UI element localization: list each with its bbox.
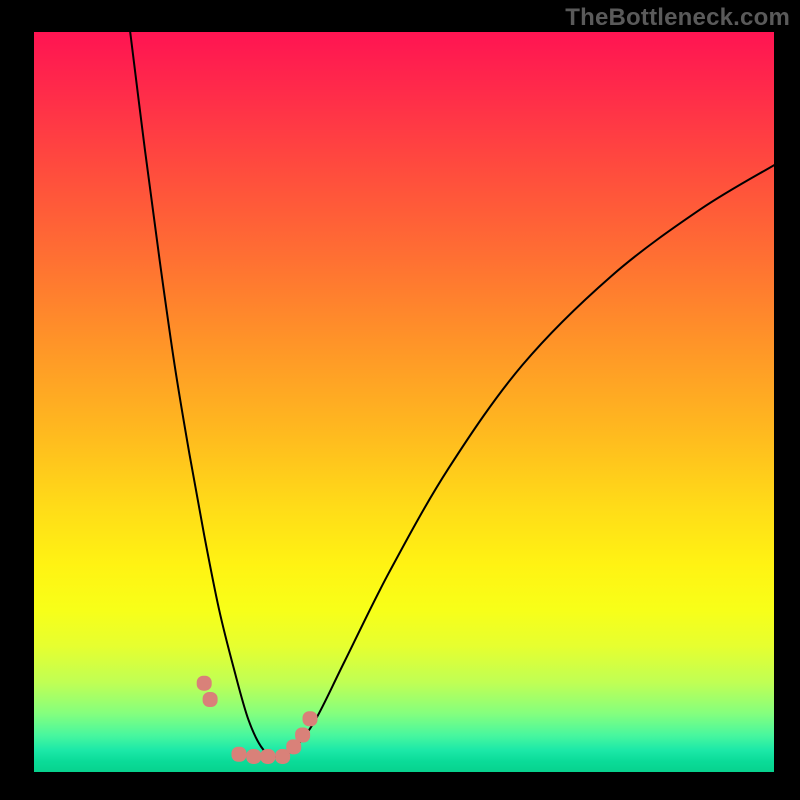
bottleneck-curve xyxy=(130,32,774,757)
highlighted-point xyxy=(232,747,246,761)
highlighted-point xyxy=(287,740,301,754)
watermark-text: TheBottleneck.com xyxy=(565,4,790,32)
chart-frame: TheBottleneck.com xyxy=(0,0,800,800)
highlighted-point xyxy=(203,692,217,706)
plot-area xyxy=(34,32,774,772)
highlighted-points-group xyxy=(197,676,317,763)
highlighted-point xyxy=(197,676,211,690)
highlighted-point xyxy=(247,749,261,763)
highlighted-point xyxy=(261,749,275,763)
bottleneck-curve-svg xyxy=(34,32,774,772)
highlighted-point xyxy=(296,728,310,742)
highlighted-point xyxy=(303,712,317,726)
